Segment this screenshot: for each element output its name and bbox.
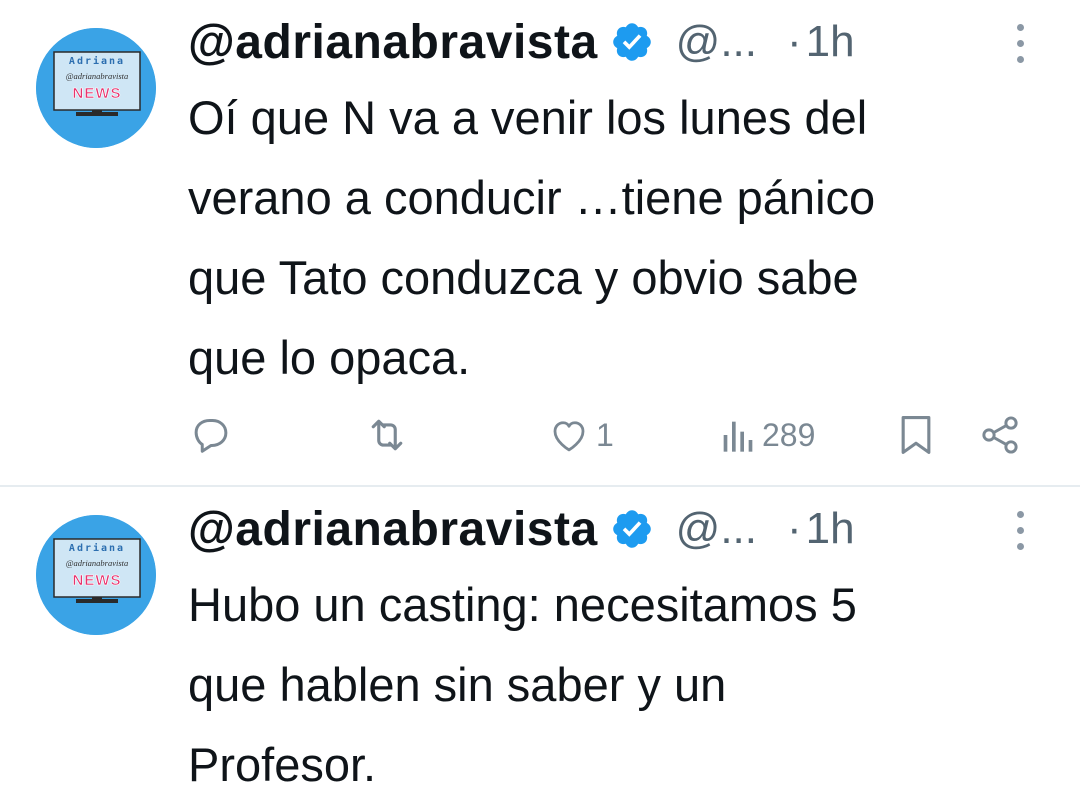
avatar[interactable]: Adriana @adrianabravista NEWS — [36, 28, 156, 148]
share-button[interactable] — [978, 410, 1022, 460]
bookmark-icon — [901, 416, 931, 454]
reply-button[interactable] — [190, 410, 232, 460]
like-count: 1 — [596, 416, 614, 453]
heart-icon — [553, 421, 585, 452]
bookmark-button[interactable] — [896, 410, 936, 460]
avatar-brand-bottom: NEWS — [73, 572, 122, 589]
username[interactable]: @adrianabravista — [188, 502, 598, 557]
separator-dot: · — [787, 17, 802, 66]
share-icon — [982, 416, 1018, 454]
username[interactable]: @adrianabravista — [188, 15, 598, 70]
avatar[interactable]: Adriana @adrianabravista NEWS — [36, 515, 156, 635]
verified-badge-icon — [612, 510, 651, 548]
like-button[interactable]: 1 — [548, 410, 614, 460]
timestamp[interactable]: 1h — [806, 504, 855, 554]
avatar-brand-handle: @adrianabravista — [66, 71, 129, 81]
separator-dot: · — [787, 504, 802, 553]
handle[interactable]: @... — [676, 504, 757, 554]
views-icon — [723, 421, 753, 452]
avatar-brand-handle: @adrianabravista — [66, 558, 129, 568]
tweet-text: Oí que N va a venir los lunes del verano… — [188, 91, 876, 384]
tweet-actions: 1 289 — [0, 410, 1080, 460]
timestamp[interactable]: 1h — [806, 17, 855, 67]
handle[interactable]: @... — [676, 17, 757, 67]
tweet-header: @adrianabravista @... · 1h — [188, 12, 855, 72]
more-options-icon[interactable] — [1010, 511, 1030, 557]
avatar-brand-top: Adriana — [69, 55, 125, 67]
tweet-header: @adrianabravista @... · 1h — [188, 499, 855, 559]
tweet[interactable]: Adriana @adrianabravista NEWS @adrianabr… — [0, 0, 1080, 485]
tweet[interactable]: Adriana @adrianabravista NEWS @adrianabr… — [0, 487, 1080, 809]
views-count: 289 — [762, 416, 816, 453]
verified-badge-icon — [612, 23, 651, 61]
more-options-icon[interactable] — [1010, 24, 1030, 70]
retweet-icon — [371, 419, 403, 451]
avatar-brand-top: Adriana — [69, 542, 125, 554]
reply-icon — [194, 418, 228, 453]
retweet-button[interactable] — [365, 410, 409, 460]
tweet-text: Hubo un casting: necesitamos 5 que hable… — [188, 578, 857, 791]
avatar-brand-bottom: NEWS — [73, 85, 122, 102]
views-button[interactable]: 289 — [718, 410, 815, 460]
